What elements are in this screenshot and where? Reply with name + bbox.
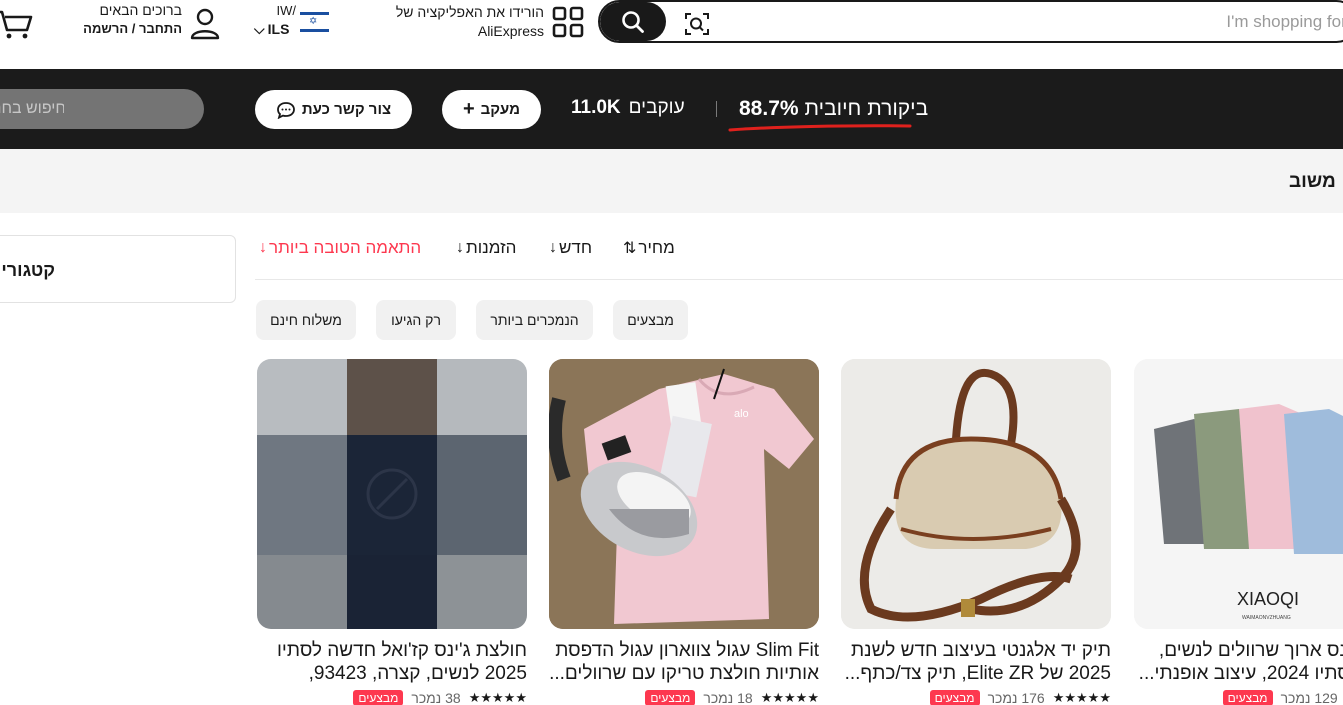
store-tabs: משוב (0, 149, 1343, 213)
follow-label: מעקב (480, 101, 521, 118)
product-image-subbrand: WAIMAONVZHUANG (1242, 615, 1291, 621)
product-image-brand: XIAOQI (1237, 589, 1299, 609)
top-header: ברוכים הבאים התחבר / הרשמה IW/ ⌵ ILS ✡ ה… (0, 0, 1343, 69)
search-button[interactable] (600, 2, 666, 41)
app-download-link[interactable]: הורידו את האפליקציה של AliExpress (372, 3, 544, 41)
store-search[interactable] (0, 89, 204, 129)
language-code: IW/ (276, 3, 297, 18)
sold-count: 38 נמכר (411, 690, 461, 705)
product-title[interactable]: ג'קט ג'ינס ארוך שרוולים לנשים, אופנת סתי… (1134, 639, 1343, 685)
followers-label: עוקבים (628, 97, 685, 118)
positive-reviews-stat: ביקורת חיובית 88.7% (739, 97, 928, 121)
sort-arrows-icon: ⇅ (623, 240, 637, 257)
currency-code: ILS (267, 21, 290, 37)
positive-reviews-value: 88.7% (739, 97, 799, 120)
followers-stat: עוקבים 11.0K (571, 97, 685, 119)
product-title[interactable]: תיק יד אלגנטי בעיצוב חדש לשנת 2025 של El… (841, 639, 1111, 685)
positive-reviews-label: ביקורת חיובית (804, 97, 929, 120)
svg-text:alo: alo (734, 408, 749, 420)
sort-label: מחיר (638, 238, 675, 257)
image-search-icon[interactable] (684, 12, 710, 36)
contact-now-label: צור קשר כעת (301, 101, 392, 118)
store-header: צור קשר כעת מעקב + עוקבים 11.0K ביקורת ח… (0, 69, 1343, 149)
sold-count: 18 נמכר (703, 690, 753, 705)
user-icon[interactable] (189, 6, 221, 40)
search-input[interactable] (720, 8, 1343, 36)
sort-newest[interactable]: חדש ↓ (549, 238, 592, 258)
product-card[interactable]: חולצת ג'ינס קז'ואל חדשה לסתיו 2025 לנשים… (257, 359, 527, 705)
account-greeting: ברוכים הבאים (99, 2, 182, 18)
red-annotation-underline (728, 124, 912, 132)
plus-icon: + (462, 98, 475, 120)
categories-label: קטגוריות (0, 260, 55, 280)
product-title[interactable]: Slim Fit עגול צווארון עגול הדפסת אותיות … (549, 639, 819, 685)
stat-divider (716, 101, 717, 117)
product-card[interactable]: תיק יד אלגנטי בעיצוב חדש לשנת 2025 של El… (841, 359, 1111, 705)
product-meta: ★★★★★ 176 נמכר מבצעים (841, 688, 1111, 705)
sold-count: 129 נמכר (1280, 690, 1338, 705)
app-download-text: הורידו את האפליקציה של (395, 4, 544, 20)
sort-price[interactable]: מחיר ⇅ (623, 238, 675, 258)
contact-now-button[interactable]: צור קשר כעת (255, 90, 412, 129)
filter-best-sellers[interactable]: הנמכרים ביותר (476, 300, 593, 340)
search-bar (598, 0, 1343, 43)
product-image[interactable]: XIAOQI WAIMAONVZHUANG (1134, 359, 1343, 629)
categories-panel[interactable]: קטגוריות (0, 235, 236, 303)
filter-deals[interactable]: מבצעים (613, 300, 688, 340)
product-meta: ★★★★★ 38 נמכר מבצעים (257, 688, 527, 705)
sort-label: חדש (559, 238, 593, 257)
filter-new-arrivals[interactable]: רק הגיעו (376, 300, 456, 340)
product-image[interactable]: alo (549, 359, 819, 629)
filter-free-shipping[interactable]: משלוח חינם (256, 300, 356, 340)
sort-orders[interactable]: הזמנות ↓ (456, 238, 516, 258)
sort-label: הזמנות (466, 238, 517, 257)
rating-stars: ★★★★★ (760, 690, 819, 705)
deal-badge: מבצעים (645, 690, 696, 705)
product-card[interactable]: XIAOQI WAIMAONVZHUANG ג'קט ג'ינס ארוך שר… (1134, 359, 1343, 705)
language-currency-selector[interactable]: IW/ ⌵ ILS (254, 2, 300, 38)
product-image[interactable] (257, 359, 527, 629)
product-image[interactable] (841, 359, 1111, 629)
deal-badge: מבצעים (929, 690, 980, 705)
account-menu[interactable]: ברוכים הבאים התחבר / הרשמה (70, 2, 182, 38)
israel-flag-icon: ✡ (300, 12, 329, 32)
follow-button[interactable]: מעקב + (442, 90, 541, 129)
sort-bar: התאמה הטובה ביותר ↓ הזמנות ↓ חדש ↓ מחיר … (255, 234, 1343, 280)
chevron-down-icon: ⌵ (254, 21, 265, 37)
sold-count: 176 נמכר (987, 690, 1045, 705)
product-title[interactable]: חולצת ג'ינס קז'ואל חדשה לסתיו 2025 לנשים… (257, 639, 527, 685)
arrow-down-icon: ↓ (456, 239, 464, 256)
arrow-down-icon: ↓ (549, 239, 557, 256)
deal-badge: מבצעים (353, 690, 404, 705)
sort-best-match[interactable]: התאמה הטובה ביותר ↓ (259, 238, 421, 258)
product-meta: ★★★★★ 129 נמכר מבצעים (1134, 688, 1343, 705)
store-search-input[interactable] (0, 89, 204, 129)
cart-icon[interactable] (0, 6, 34, 40)
tab-feedback[interactable]: משוב (1289, 171, 1336, 193)
qr-code-icon[interactable] (552, 6, 584, 38)
deal-badge: מבצעים (1222, 690, 1273, 705)
sort-label: התאמה הטובה ביותר (269, 238, 422, 257)
chat-icon (277, 101, 295, 119)
app-download-brand: AliExpress (477, 23, 544, 39)
search-icon (622, 10, 644, 33)
product-meta: ★★★★★ 18 נמכר מבצעים (549, 688, 819, 705)
rating-stars: ★★★★★ (1052, 690, 1111, 705)
rating-stars: ★★★★★ (468, 690, 527, 705)
login-register-link[interactable]: התחבר / הרשמה (70, 19, 182, 38)
followers-count: 11.0K (571, 97, 621, 118)
arrow-down-icon: ↓ (259, 239, 267, 256)
product-card[interactable]: alo Slim Fit עגול צווארון עגול הדפסת אות… (549, 359, 819, 705)
